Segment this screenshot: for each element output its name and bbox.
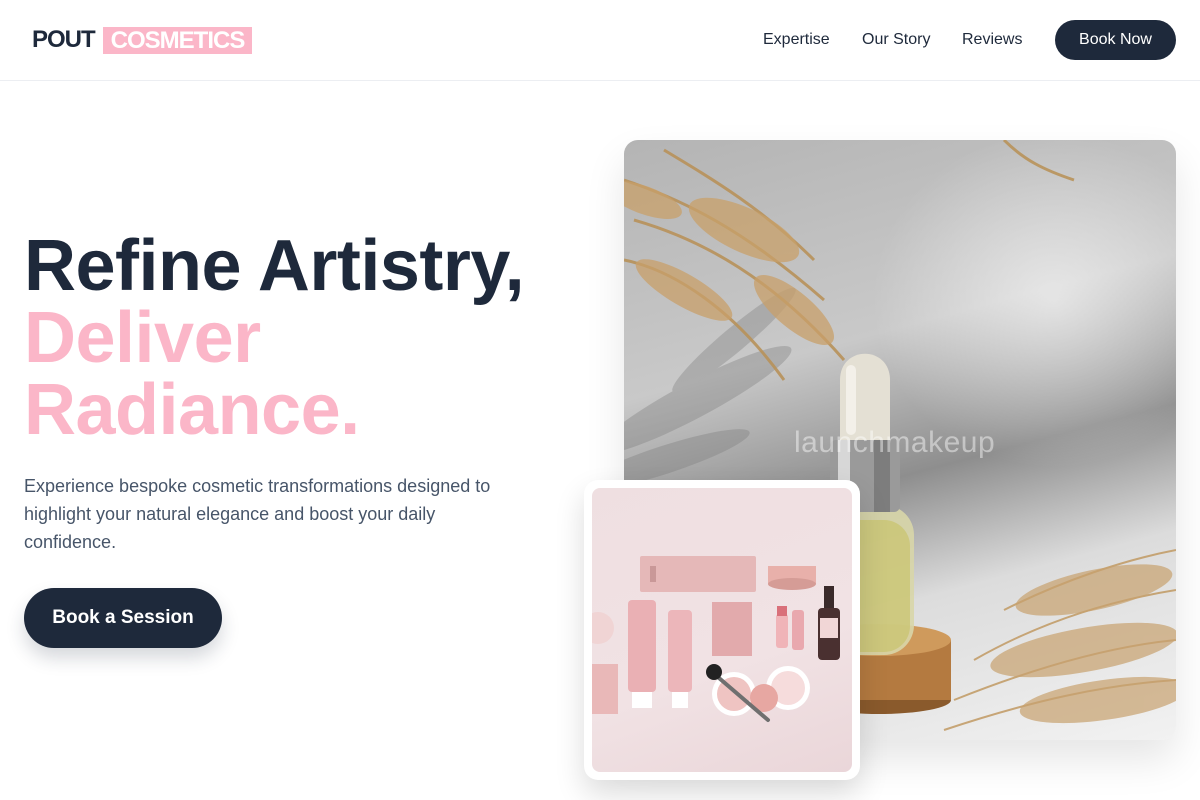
site-header: POUT COSMETICS Expertise Our Story Revie…	[0, 0, 1200, 81]
product-flatlay-card	[584, 480, 860, 780]
image-watermark: launchmakeup	[794, 426, 996, 459]
nav-link-reviews[interactable]: Reviews	[962, 31, 1022, 49]
hero-headline: Refine Artistry, Deliver Radiance.	[24, 230, 584, 446]
nav-link-expertise[interactable]: Expertise	[763, 31, 830, 49]
headline-line-1: Refine Artistry,	[24, 226, 525, 306]
headline-line-2: Deliver Radiance.	[24, 298, 360, 450]
nav-link-our-story[interactable]: Our Story	[862, 31, 930, 49]
logo-text-main: POUT	[32, 26, 96, 53]
brand-logo[interactable]: POUT COSMETICS	[32, 26, 253, 54]
product-flatlay-image	[592, 488, 852, 772]
hero-description: Experience bespoke cosmetic transformati…	[24, 476, 491, 552]
cosmetics-flatlay-illustration	[592, 556, 840, 722]
book-session-button[interactable]: Book a Session	[24, 588, 222, 648]
logo-text-accent: COSMETICS	[102, 26, 253, 54]
book-now-button[interactable]: Book Now	[1055, 20, 1176, 60]
